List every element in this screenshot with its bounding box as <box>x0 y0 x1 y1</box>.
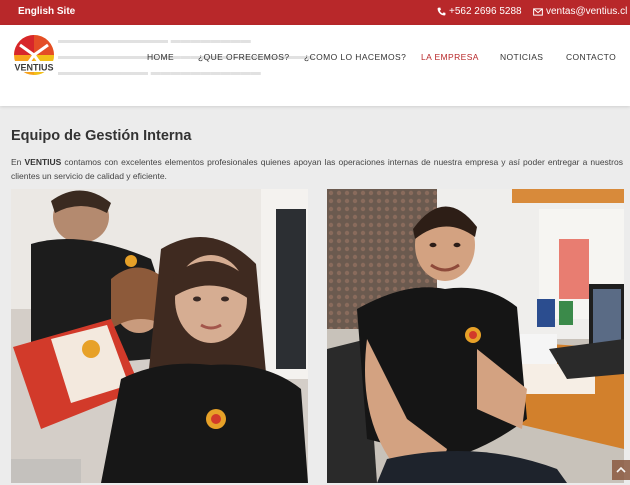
team-photo-woman <box>11 189 308 483</box>
scroll-to-top-button[interactable] <box>612 460 630 480</box>
nav-noticias[interactable]: NOTICIAS <box>500 52 543 62</box>
phone-number: +562 2696 5288 <box>449 6 522 17</box>
envelope-icon <box>533 8 543 16</box>
phone-contact[interactable]: +562 2696 5288 <box>437 6 522 17</box>
site-header: ▬▬▬▬▬▬▬▬▬▬▬ ▬▬▬▬▬▬▬▬ ▬▬▬▬▬▬▬▬▬▬ ▬▬▬▬▬▬▬ … <box>0 25 630 106</box>
email-address: ventas@ventius.cl <box>546 6 628 17</box>
intro-brand: VENTIUS <box>24 157 62 167</box>
intro-text: contamos con excelentes elementos profes… <box>11 157 623 181</box>
ventius-logo[interactable]: VENTIUS <box>10 33 58 81</box>
nav-como-lo-hacemos[interactable]: ¿COMO LO HACEMOS? <box>304 52 406 62</box>
intro-prefix: En <box>11 157 22 167</box>
intro-paragraph: En VENTIUS contamos con excelentes eleme… <box>11 155 623 183</box>
logo-wordmark: VENTIUS <box>14 63 53 73</box>
nav-home[interactable]: HOME <box>147 52 174 62</box>
chevron-up-icon <box>616 466 626 473</box>
english-site-link[interactable]: English Site <box>18 6 75 17</box>
page-title: Equipo de Gestión Interna <box>11 128 192 144</box>
team-photo-man <box>327 189 624 483</box>
phone-icon <box>437 7 446 16</box>
nav-que-ofrecemos[interactable]: ¿QUE OFRECEMOS? <box>198 52 289 62</box>
top-bar: English Site +562 2696 5288 ventas@venti… <box>0 0 630 25</box>
nav-la-empresa[interactable]: LA EMPRESA <box>421 52 479 62</box>
nav-contacto[interactable]: CONTACTO <box>566 52 616 62</box>
email-contact[interactable]: ventas@ventius.cl <box>533 6 627 17</box>
